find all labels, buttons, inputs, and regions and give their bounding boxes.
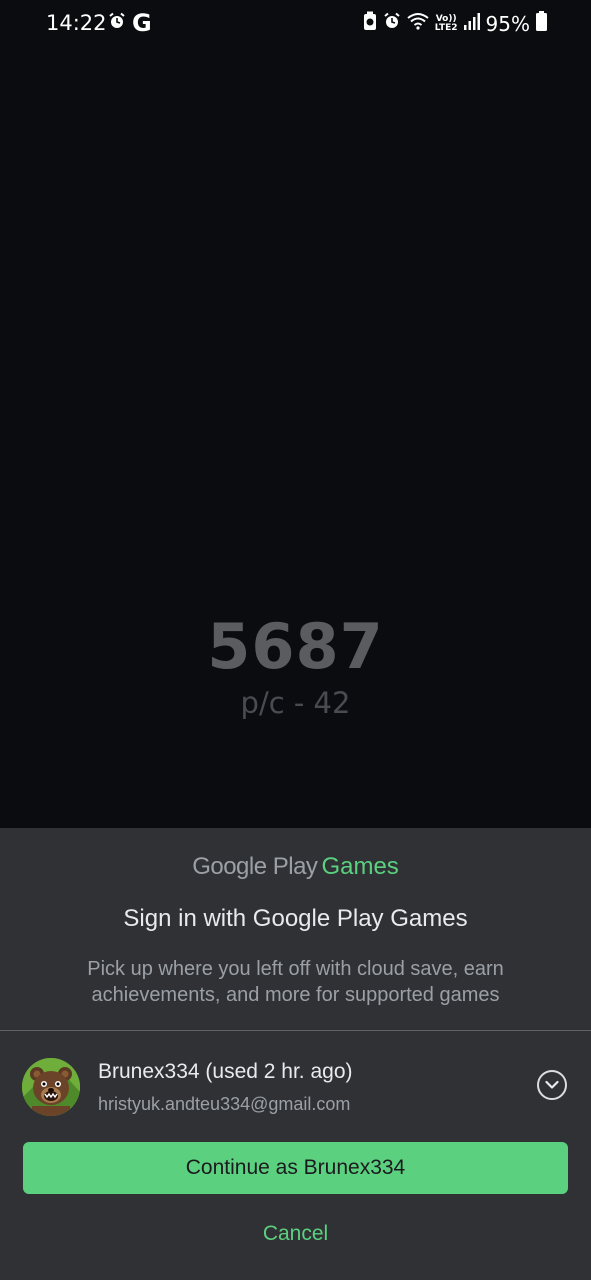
battery-icon <box>536 11 547 36</box>
continue-button[interactable]: Continue as Brunex334 <box>23 1142 568 1194</box>
account-dropdown-button[interactable] <box>537 1070 567 1100</box>
logo-google-play-text: Google Play <box>192 853 318 880</box>
lte-indicator: Vo)) LTE2 <box>434 14 458 33</box>
google-icon: G <box>132 9 152 37</box>
sheet-title: Sign in with Google Play Games <box>123 905 468 932</box>
alarm-icon <box>383 12 401 35</box>
account-selector[interactable]: Brunex334 (used 2 hr. ago) hristyuk.andt… <box>0 1054 591 1124</box>
avatar <box>22 1058 80 1116</box>
bear-avatar-icon <box>22 1058 80 1116</box>
sheet-description: Pick up where you left off with cloud sa… <box>87 958 504 1006</box>
battery-percentage: 95% <box>485 11 530 36</box>
chevron-down-icon <box>545 1080 559 1089</box>
status-bar: 14:22 G Vo)) LTE2 95% <box>0 0 591 48</box>
status-left-icons: G <box>108 11 152 35</box>
lte-bottom-text: LTE2 <box>434 22 458 33</box>
score-counter: 5687 <box>207 610 384 683</box>
battery-saver-icon <box>363 11 377 36</box>
per-click-rate: p/c - 42 <box>240 686 351 720</box>
account-email: hristyuk.andteu334@gmail.com <box>98 1094 351 1114</box>
wifi-icon <box>407 12 429 35</box>
account-name: Brunex334 (used 2 hr. ago) <box>98 1060 353 1083</box>
status-time: 14:22 <box>46 11 107 35</box>
screen: 14:22 G Vo)) LTE2 95% 5687 p/c - 42 Goog… <box>0 0 591 1280</box>
divider <box>0 1030 591 1031</box>
sign-in-bottom-sheet: Google Play Games Sign in with Google Pla… <box>0 828 591 1280</box>
logo-games-text: Games <box>321 853 399 880</box>
alarm-icon <box>108 12 126 35</box>
signal-icon <box>463 12 480 35</box>
cancel-button[interactable]: Cancel <box>0 1222 591 1246</box>
google-play-games-logo: Google Play Games <box>0 853 591 881</box>
status-right-icons: Vo)) LTE2 95% <box>363 11 547 36</box>
